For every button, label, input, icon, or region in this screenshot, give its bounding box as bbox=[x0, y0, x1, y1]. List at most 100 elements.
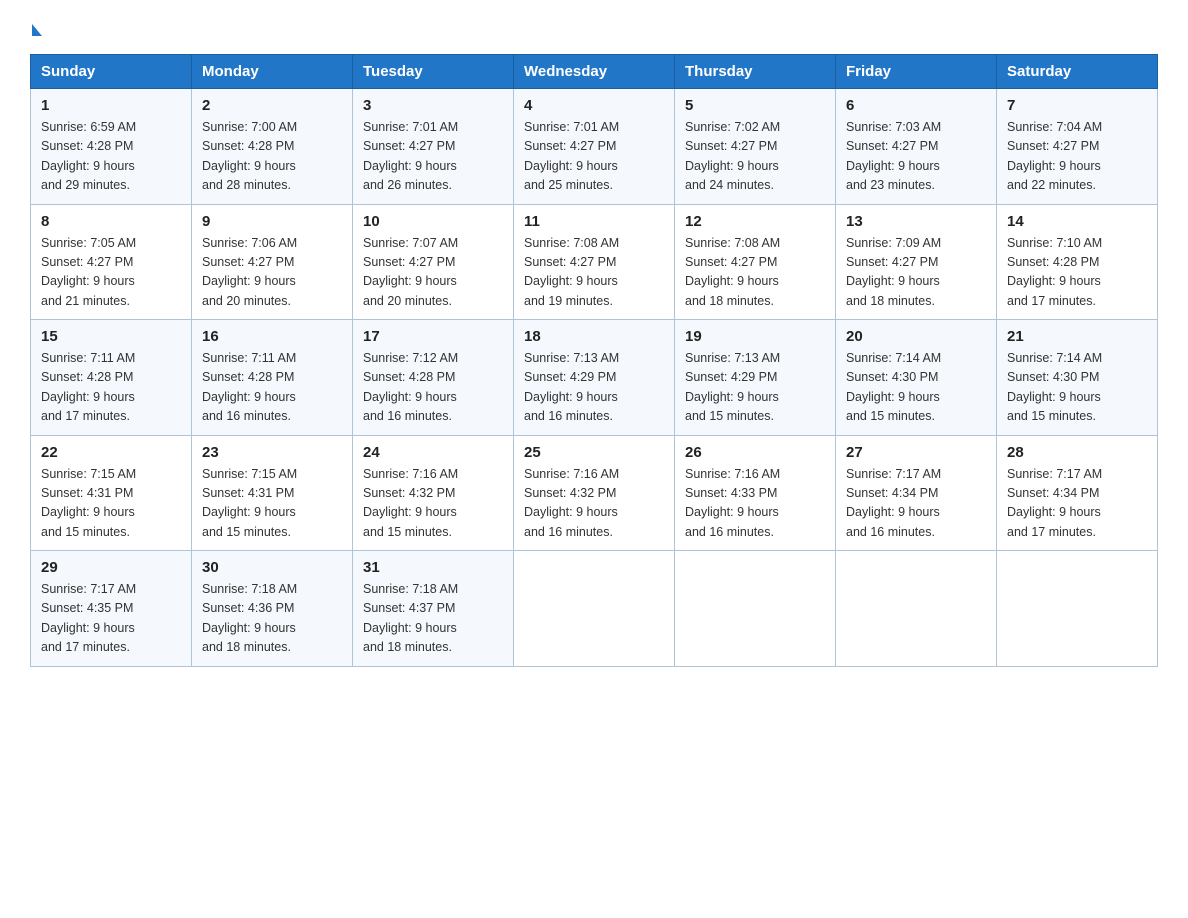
calendar-cell: 14 Sunrise: 7:10 AMSunset: 4:28 PMDaylig… bbox=[997, 204, 1158, 320]
day-number: 9 bbox=[202, 213, 342, 230]
day-number: 13 bbox=[846, 213, 986, 230]
day-info: Sunrise: 7:16 AMSunset: 4:32 PMDaylight:… bbox=[363, 467, 458, 539]
calendar-cell: 8 Sunrise: 7:05 AMSunset: 4:27 PMDayligh… bbox=[31, 204, 192, 320]
day-number: 15 bbox=[41, 328, 181, 345]
calendar-cell: 9 Sunrise: 7:06 AMSunset: 4:27 PMDayligh… bbox=[192, 204, 353, 320]
day-number: 12 bbox=[685, 213, 825, 230]
day-number: 6 bbox=[846, 97, 986, 114]
calendar-week-5: 29 Sunrise: 7:17 AMSunset: 4:35 PMDaylig… bbox=[31, 551, 1158, 667]
calendar-cell: 7 Sunrise: 7:04 AMSunset: 4:27 PMDayligh… bbox=[997, 89, 1158, 205]
calendar-cell bbox=[836, 551, 997, 667]
day-number: 14 bbox=[1007, 213, 1147, 230]
calendar-cell: 27 Sunrise: 7:17 AMSunset: 4:34 PMDaylig… bbox=[836, 435, 997, 551]
day-info: Sunrise: 7:13 AMSunset: 4:29 PMDaylight:… bbox=[685, 351, 780, 423]
calendar-cell: 15 Sunrise: 7:11 AMSunset: 4:28 PMDaylig… bbox=[31, 320, 192, 436]
day-info: Sunrise: 7:14 AMSunset: 4:30 PMDaylight:… bbox=[846, 351, 941, 423]
day-info: Sunrise: 7:02 AMSunset: 4:27 PMDaylight:… bbox=[685, 120, 780, 192]
day-number: 20 bbox=[846, 328, 986, 345]
day-info: Sunrise: 7:00 AMSunset: 4:28 PMDaylight:… bbox=[202, 120, 297, 192]
day-number: 26 bbox=[685, 444, 825, 461]
day-info: Sunrise: 7:18 AMSunset: 4:36 PMDaylight:… bbox=[202, 582, 297, 654]
calendar-cell: 13 Sunrise: 7:09 AMSunset: 4:27 PMDaylig… bbox=[836, 204, 997, 320]
day-info: Sunrise: 7:17 AMSunset: 4:34 PMDaylight:… bbox=[846, 467, 941, 539]
day-number: 18 bbox=[524, 328, 664, 345]
day-info: Sunrise: 7:11 AMSunset: 4:28 PMDaylight:… bbox=[202, 351, 296, 423]
day-info: Sunrise: 7:08 AMSunset: 4:27 PMDaylight:… bbox=[524, 236, 619, 308]
day-info: Sunrise: 7:09 AMSunset: 4:27 PMDaylight:… bbox=[846, 236, 941, 308]
calendar-cell bbox=[997, 551, 1158, 667]
day-info: Sunrise: 7:08 AMSunset: 4:27 PMDaylight:… bbox=[685, 236, 780, 308]
calendar-cell: 24 Sunrise: 7:16 AMSunset: 4:32 PMDaylig… bbox=[353, 435, 514, 551]
day-number: 23 bbox=[202, 444, 342, 461]
day-info: Sunrise: 7:04 AMSunset: 4:27 PMDaylight:… bbox=[1007, 120, 1102, 192]
calendar-cell: 6 Sunrise: 7:03 AMSunset: 4:27 PMDayligh… bbox=[836, 89, 997, 205]
day-info: Sunrise: 7:14 AMSunset: 4:30 PMDaylight:… bbox=[1007, 351, 1102, 423]
logo-arrow-icon bbox=[32, 24, 42, 36]
day-info: Sunrise: 7:11 AMSunset: 4:28 PMDaylight:… bbox=[41, 351, 135, 423]
calendar-cell: 5 Sunrise: 7:02 AMSunset: 4:27 PMDayligh… bbox=[675, 89, 836, 205]
day-info: Sunrise: 7:12 AMSunset: 4:28 PMDaylight:… bbox=[363, 351, 458, 423]
day-number: 5 bbox=[685, 97, 825, 114]
calendar-cell: 1 Sunrise: 6:59 AMSunset: 4:28 PMDayligh… bbox=[31, 89, 192, 205]
day-number: 2 bbox=[202, 97, 342, 114]
weekday-header-thursday: Thursday bbox=[675, 55, 836, 89]
calendar-cell: 18 Sunrise: 7:13 AMSunset: 4:29 PMDaylig… bbox=[514, 320, 675, 436]
day-info: Sunrise: 7:06 AMSunset: 4:27 PMDaylight:… bbox=[202, 236, 297, 308]
day-info: Sunrise: 7:17 AMSunset: 4:35 PMDaylight:… bbox=[41, 582, 136, 654]
calendar-cell: 12 Sunrise: 7:08 AMSunset: 4:27 PMDaylig… bbox=[675, 204, 836, 320]
day-number: 22 bbox=[41, 444, 181, 461]
day-number: 28 bbox=[1007, 444, 1147, 461]
calendar-cell: 25 Sunrise: 7:16 AMSunset: 4:32 PMDaylig… bbox=[514, 435, 675, 551]
day-info: Sunrise: 7:01 AMSunset: 4:27 PMDaylight:… bbox=[524, 120, 619, 192]
day-info: Sunrise: 6:59 AMSunset: 4:28 PMDaylight:… bbox=[41, 120, 136, 192]
calendar-cell: 4 Sunrise: 7:01 AMSunset: 4:27 PMDayligh… bbox=[514, 89, 675, 205]
calendar-table: SundayMondayTuesdayWednesdayThursdayFrid… bbox=[30, 54, 1158, 667]
day-info: Sunrise: 7:10 AMSunset: 4:28 PMDaylight:… bbox=[1007, 236, 1102, 308]
calendar-cell: 31 Sunrise: 7:18 AMSunset: 4:37 PMDaylig… bbox=[353, 551, 514, 667]
day-number: 25 bbox=[524, 444, 664, 461]
calendar-cell: 28 Sunrise: 7:17 AMSunset: 4:34 PMDaylig… bbox=[997, 435, 1158, 551]
day-info: Sunrise: 7:01 AMSunset: 4:27 PMDaylight:… bbox=[363, 120, 458, 192]
calendar-cell: 10 Sunrise: 7:07 AMSunset: 4:27 PMDaylig… bbox=[353, 204, 514, 320]
day-number: 19 bbox=[685, 328, 825, 345]
calendar-cell: 20 Sunrise: 7:14 AMSunset: 4:30 PMDaylig… bbox=[836, 320, 997, 436]
day-number: 1 bbox=[41, 97, 181, 114]
day-info: Sunrise: 7:16 AMSunset: 4:33 PMDaylight:… bbox=[685, 467, 780, 539]
weekday-header-row: SundayMondayTuesdayWednesdayThursdayFrid… bbox=[31, 55, 1158, 89]
calendar-week-3: 15 Sunrise: 7:11 AMSunset: 4:28 PMDaylig… bbox=[31, 320, 1158, 436]
day-number: 29 bbox=[41, 559, 181, 576]
day-info: Sunrise: 7:16 AMSunset: 4:32 PMDaylight:… bbox=[524, 467, 619, 539]
day-number: 21 bbox=[1007, 328, 1147, 345]
day-number: 17 bbox=[363, 328, 503, 345]
day-number: 11 bbox=[524, 213, 664, 230]
calendar-week-2: 8 Sunrise: 7:05 AMSunset: 4:27 PMDayligh… bbox=[31, 204, 1158, 320]
day-number: 31 bbox=[363, 559, 503, 576]
day-number: 16 bbox=[202, 328, 342, 345]
weekday-header-monday: Monday bbox=[192, 55, 353, 89]
weekday-header-sunday: Sunday bbox=[31, 55, 192, 89]
calendar-cell: 29 Sunrise: 7:17 AMSunset: 4:35 PMDaylig… bbox=[31, 551, 192, 667]
calendar-week-4: 22 Sunrise: 7:15 AMSunset: 4:31 PMDaylig… bbox=[31, 435, 1158, 551]
page-header bbox=[30, 20, 1158, 36]
day-number: 7 bbox=[1007, 97, 1147, 114]
day-number: 4 bbox=[524, 97, 664, 114]
calendar-cell: 19 Sunrise: 7:13 AMSunset: 4:29 PMDaylig… bbox=[675, 320, 836, 436]
weekday-header-friday: Friday bbox=[836, 55, 997, 89]
day-info: Sunrise: 7:13 AMSunset: 4:29 PMDaylight:… bbox=[524, 351, 619, 423]
calendar-cell: 23 Sunrise: 7:15 AMSunset: 4:31 PMDaylig… bbox=[192, 435, 353, 551]
weekday-header-wednesday: Wednesday bbox=[514, 55, 675, 89]
day-info: Sunrise: 7:07 AMSunset: 4:27 PMDaylight:… bbox=[363, 236, 458, 308]
day-number: 10 bbox=[363, 213, 503, 230]
calendar-cell: 3 Sunrise: 7:01 AMSunset: 4:27 PMDayligh… bbox=[353, 89, 514, 205]
calendar-cell: 21 Sunrise: 7:14 AMSunset: 4:30 PMDaylig… bbox=[997, 320, 1158, 436]
day-number: 27 bbox=[846, 444, 986, 461]
day-info: Sunrise: 7:15 AMSunset: 4:31 PMDaylight:… bbox=[41, 467, 136, 539]
day-number: 3 bbox=[363, 97, 503, 114]
calendar-cell bbox=[514, 551, 675, 667]
calendar-cell: 26 Sunrise: 7:16 AMSunset: 4:33 PMDaylig… bbox=[675, 435, 836, 551]
calendar-cell: 17 Sunrise: 7:12 AMSunset: 4:28 PMDaylig… bbox=[353, 320, 514, 436]
calendar-cell: 22 Sunrise: 7:15 AMSunset: 4:31 PMDaylig… bbox=[31, 435, 192, 551]
calendar-cell: 11 Sunrise: 7:08 AMSunset: 4:27 PMDaylig… bbox=[514, 204, 675, 320]
day-info: Sunrise: 7:17 AMSunset: 4:34 PMDaylight:… bbox=[1007, 467, 1102, 539]
calendar-cell: 30 Sunrise: 7:18 AMSunset: 4:36 PMDaylig… bbox=[192, 551, 353, 667]
